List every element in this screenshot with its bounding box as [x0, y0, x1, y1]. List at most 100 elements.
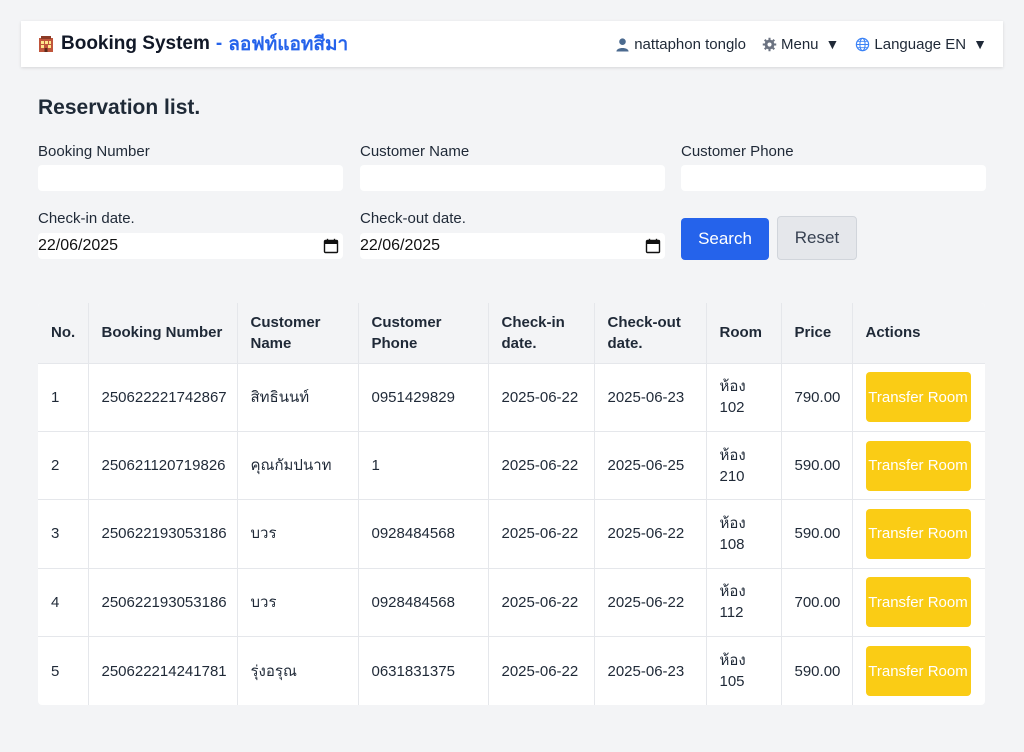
page-title: Reservation list. — [38, 96, 201, 119]
booking-number-label: Booking Number — [38, 143, 150, 160]
chevron-down-icon: ▼ — [825, 36, 840, 52]
cell-no: 5 — [38, 636, 89, 705]
table-row: 4 250622193053186 บวร 0928484568 2025-06… — [38, 567, 985, 637]
booking-number-field: Booking Number — [38, 143, 343, 191]
checkout-date-field: Check-out date. 22/06/2025 — [360, 210, 665, 259]
cell-phone: 0928484568 — [358, 567, 489, 637]
table-row: 3 250622193053186 บวร 0928484568 2025-06… — [38, 499, 985, 569]
chevron-down-icon: ▼ — [973, 36, 987, 52]
cell-checkin: 2025-06-22 — [488, 567, 595, 637]
cell-price: 790.00 — [781, 362, 853, 432]
column-header-price: Price — [781, 303, 853, 363]
cell-customer-name: สิทธินนท์ — [237, 362, 359, 432]
cell-no: 1 — [38, 362, 89, 432]
customer-phone-input[interactable] — [681, 165, 986, 191]
cell-actions: Transfer Room — [852, 567, 985, 637]
brand-separator: - — [215, 33, 223, 54]
cell-booking-number: 250622214241781 — [88, 636, 238, 705]
reservation-table: No. Booking Number Customer Name Custome… — [38, 303, 985, 705]
column-header-actions: Actions — [852, 303, 985, 363]
cell-actions: Transfer Room — [852, 499, 985, 569]
cell-no: 4 — [38, 567, 89, 637]
cell-checkout: 2025-06-23 — [594, 362, 707, 432]
navbar: Booking System - ลอฟท์แอทสีมา nattaphon … — [21, 21, 1003, 67]
cell-phone: 0928484568 — [358, 499, 489, 569]
cell-customer-name: บวร — [237, 567, 359, 637]
customer-name-input[interactable] — [360, 165, 665, 191]
cell-price: 590.00 — [781, 430, 853, 500]
user-name: nattaphon tonglo — [634, 35, 746, 53]
cell-phone: 0951429829 — [358, 362, 489, 432]
user-icon — [616, 37, 629, 52]
cell-customer-name: รุ่งอรุณ — [237, 636, 359, 705]
calendar-icon[interactable] — [323, 238, 339, 254]
cell-price: 700.00 — [781, 567, 853, 637]
cell-booking-number: 250622193053186 — [88, 567, 238, 637]
cell-booking-number: 250622221742867 — [88, 362, 238, 432]
column-header-customer-phone: Customer Phone — [358, 303, 489, 363]
hotel-icon — [39, 36, 53, 52]
cell-phone: 0631831375 — [358, 636, 489, 705]
booking-number-input[interactable] — [38, 165, 343, 191]
table-row: 1 250622221742867 สิทธินนท์ 0951429829 2… — [38, 362, 985, 432]
cell-booking-number: 250621120719826 — [88, 430, 238, 500]
cell-price: 590.00 — [781, 499, 853, 569]
table-row: 5 250622214241781 รุ่งอรุณ 0631831375 20… — [38, 636, 985, 705]
checkout-date-label: Check-out date. — [360, 210, 466, 227]
menu-dropdown[interactable]: Menu ▼ — [762, 36, 839, 53]
cell-checkout: 2025-06-22 — [594, 567, 707, 637]
customer-phone-field: Customer Phone — [681, 143, 986, 191]
cell-price: 590.00 — [781, 636, 853, 705]
cell-checkin: 2025-06-22 — [488, 430, 595, 500]
transfer-room-button[interactable]: Transfer Room — [865, 440, 971, 491]
customer-phone-label: Customer Phone — [681, 143, 794, 160]
nav-right: nattaphon tonglo Menu ▼ Language EN ▼ — [615, 36, 987, 53]
customer-name-label: Customer Name — [360, 143, 470, 160]
transfer-room-button[interactable]: Transfer Room — [865, 372, 971, 423]
cell-checkin: 2025-06-22 — [488, 499, 595, 569]
table-row: 2 250621120719826 คุณกัมปนาท 1 2025-06-2… — [38, 430, 985, 500]
search-button[interactable]: Search — [681, 218, 769, 260]
checkin-date-input[interactable]: 22/06/2025 — [38, 233, 343, 259]
cell-room: ห้อง 102 — [706, 362, 782, 432]
cell-booking-number: 250622193053186 — [88, 499, 238, 569]
transfer-room-button[interactable]: Transfer Room — [865, 646, 971, 696]
cell-actions: Transfer Room — [852, 636, 985, 705]
cell-customer-name: บวร — [237, 499, 359, 569]
menu-label: Menu — [781, 35, 819, 53]
cell-actions: Transfer Room — [852, 362, 985, 432]
reset-button[interactable]: Reset — [777, 216, 857, 260]
checkout-date-value: 22/06/2025 — [360, 237, 441, 254]
checkout-date-input[interactable]: 22/06/2025 — [360, 233, 665, 259]
transfer-room-button[interactable]: Transfer Room — [865, 508, 971, 559]
column-header-checkin: Check-in date. — [488, 303, 595, 363]
language-dropdown[interactable]: Language EN ▼ — [855, 36, 987, 53]
brand-title: Booking System — [61, 33, 210, 54]
cell-checkout: 2025-06-22 — [594, 499, 707, 569]
cell-no: 2 — [38, 430, 89, 500]
cell-room: ห้อง 108 — [706, 499, 782, 569]
cell-room: ห้อง 112 — [706, 567, 782, 637]
cell-checkin: 2025-06-22 — [488, 362, 595, 432]
cell-no: 3 — [38, 499, 89, 569]
checkin-date-field: Check-in date. 22/06/2025 — [38, 210, 343, 259]
transfer-room-button[interactable]: Transfer Room — [865, 577, 971, 628]
cell-checkin: 2025-06-22 — [488, 636, 595, 705]
column-header-booking-number: Booking Number — [88, 303, 238, 363]
cell-actions: Transfer Room — [852, 430, 985, 500]
user-menu[interactable]: nattaphon tonglo — [615, 36, 746, 53]
checkin-date-label: Check-in date. — [38, 210, 135, 227]
customer-name-field: Customer Name — [360, 143, 665, 191]
cell-checkout: 2025-06-23 — [594, 636, 707, 705]
column-header-room: Room — [706, 303, 782, 363]
brand-subtitle: ลอฟท์แอทสีมา — [228, 34, 349, 55]
column-header-no: No. — [38, 303, 89, 363]
cell-checkout: 2025-06-25 — [594, 430, 707, 500]
cell-room: ห้อง 105 — [706, 636, 782, 705]
cell-phone: 1 — [358, 430, 489, 500]
column-header-customer-name: Customer Name — [237, 303, 359, 363]
calendar-icon[interactable] — [645, 238, 661, 254]
table-header-row: No. Booking Number Customer Name Custome… — [38, 303, 985, 363]
brand[interactable]: Booking System - ลอฟท์แอทสีมา — [37, 29, 348, 59]
globe-icon — [856, 37, 870, 51]
